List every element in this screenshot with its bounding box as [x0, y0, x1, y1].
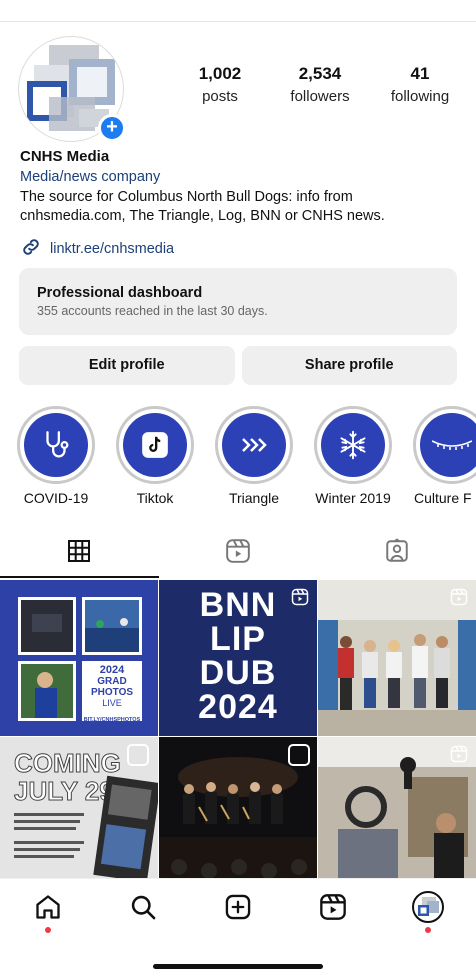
stat-posts[interactable]: 1,002 posts	[170, 64, 270, 105]
highlight-label: Winter 2019	[315, 490, 391, 506]
chevrons-icon	[222, 413, 286, 477]
post-text-line: 2024	[99, 664, 125, 676]
stat-value: 41	[410, 64, 430, 83]
add-story-icon[interactable]: +	[98, 114, 126, 142]
profile-tabs	[0, 528, 476, 578]
bio-text: The source for Columbus North Bull Dogs:…	[20, 189, 385, 224]
highlight-label: Tiktok	[136, 490, 174, 506]
post-coming-july[interactable]: COMING JULY 29	[0, 737, 158, 893]
tiktok-icon	[123, 413, 187, 477]
bio-link-text[interactable]: linktr.ee/cnhsmedia	[50, 241, 174, 257]
stat-label: following	[390, 88, 450, 105]
lip-dub-text: BNN LIP DUB 2024	[159, 588, 317, 724]
share-profile-button[interactable]: Share profile	[241, 346, 457, 385]
profile-avatar-icon	[412, 891, 445, 928]
bottom-navigation	[0, 878, 476, 940]
post-url: BIT.LY/CNHSPHOTOS	[83, 717, 141, 723]
post-text-line: LIP	[210, 620, 266, 658]
highlight-culture[interactable]: Culture F	[412, 406, 476, 506]
tab-reels[interactable]	[159, 528, 318, 578]
post-hallway-dance[interactable]	[318, 580, 476, 736]
profile-actions: Edit profile Share profile	[19, 346, 457, 385]
nav-reels[interactable]	[303, 885, 363, 935]
nav-home[interactable]	[18, 885, 78, 935]
top-divider	[0, 21, 476, 22]
post-text-line: GRAD	[97, 676, 127, 687]
tab-posts[interactable]	[0, 528, 159, 578]
stethoscope-icon	[24, 413, 88, 477]
stat-label: followers	[290, 88, 350, 105]
post-grad-photos[interactable]: 2024 GRAD PHOTOS LIVE BIT.LY/CNHSPHOTOS	[0, 580, 158, 736]
story-highlights: COVID-19 Tiktok Triangle Winter 2019 Cul…	[0, 406, 476, 510]
notification-dot	[44, 926, 51, 933]
stat-value: 1,002	[198, 64, 242, 83]
stat-value: 2,534	[298, 64, 342, 83]
post-band-concert[interactable]	[159, 737, 317, 893]
home-indicator	[153, 964, 323, 969]
posts-grid: 2024 GRAD PHOTOS LIVE BIT.LY/CNHSPHOTOS …	[0, 580, 476, 893]
garland-icon	[420, 413, 476, 477]
link-icon	[20, 236, 42, 262]
highlight-label: COVID-19	[23, 490, 89, 506]
stat-following[interactable]: 41 following	[370, 64, 470, 105]
nav-profile[interactable]	[398, 885, 458, 935]
reel-badge-icon	[450, 745, 468, 763]
reels-icon	[225, 538, 251, 569]
highlight-label: Triangle	[228, 490, 280, 506]
reel-badge-icon	[450, 588, 468, 606]
profile-bio: CNHS Media Media/news company The source…	[20, 148, 460, 262]
reel-badge-icon	[291, 588, 309, 606]
professional-dashboard[interactable]: Professional dashboard 355 accounts reac…	[19, 268, 457, 335]
reels-icon	[319, 893, 347, 926]
highlight-covid[interactable]: COVID-19	[16, 406, 96, 506]
tagged-icon	[384, 537, 410, 569]
tab-tagged[interactable]	[317, 528, 476, 578]
stat-label: posts	[202, 88, 238, 105]
highlight-label: Culture F	[414, 490, 472, 506]
grad-photos-text: 2024 GRAD PHOTOS LIVE BIT.LY/CNHSPHOTOS	[82, 665, 142, 726]
dashboard-subtitle: 355 accounts reached in the last 30 days…	[37, 304, 268, 318]
edit-profile-button[interactable]: Edit profile	[19, 346, 235, 385]
nav-create[interactable]	[208, 885, 268, 935]
post-text-line: PHOTOS	[90, 687, 134, 698]
profile-name: CNHS Media	[20, 148, 110, 165]
post-text-line: 2024	[198, 688, 278, 726]
nav-search[interactable]	[113, 885, 173, 935]
highlight-tiktok[interactable]: Tiktok	[115, 406, 195, 506]
highlight-winter[interactable]: Winter 2019	[313, 406, 393, 506]
post-camera-classroom[interactable]	[318, 737, 476, 893]
post-bnn-lip-dub[interactable]: BNN LIP DUB 2024	[159, 580, 317, 736]
grid-icon	[67, 539, 91, 568]
profile-category[interactable]: Media/news company	[20, 169, 460, 185]
home-icon	[34, 893, 62, 926]
stat-followers[interactable]: 2,534 followers	[270, 64, 370, 105]
profile-stats: 1,002 posts 2,534 followers 41 following	[170, 64, 470, 105]
snowflake-icon	[321, 413, 385, 477]
create-icon	[224, 893, 252, 926]
dashboard-title: Professional dashboard	[37, 285, 203, 301]
post-text-line: DUB	[199, 654, 277, 692]
highlight-triangle[interactable]: Triangle	[214, 406, 294, 506]
bio-link[interactable]: linktr.ee/cnhsmedia	[20, 236, 460, 262]
notification-dot	[425, 926, 432, 933]
profile-avatar[interactable]: +	[18, 36, 126, 142]
post-text-line: LIVE	[102, 698, 122, 708]
search-icon	[129, 893, 157, 926]
